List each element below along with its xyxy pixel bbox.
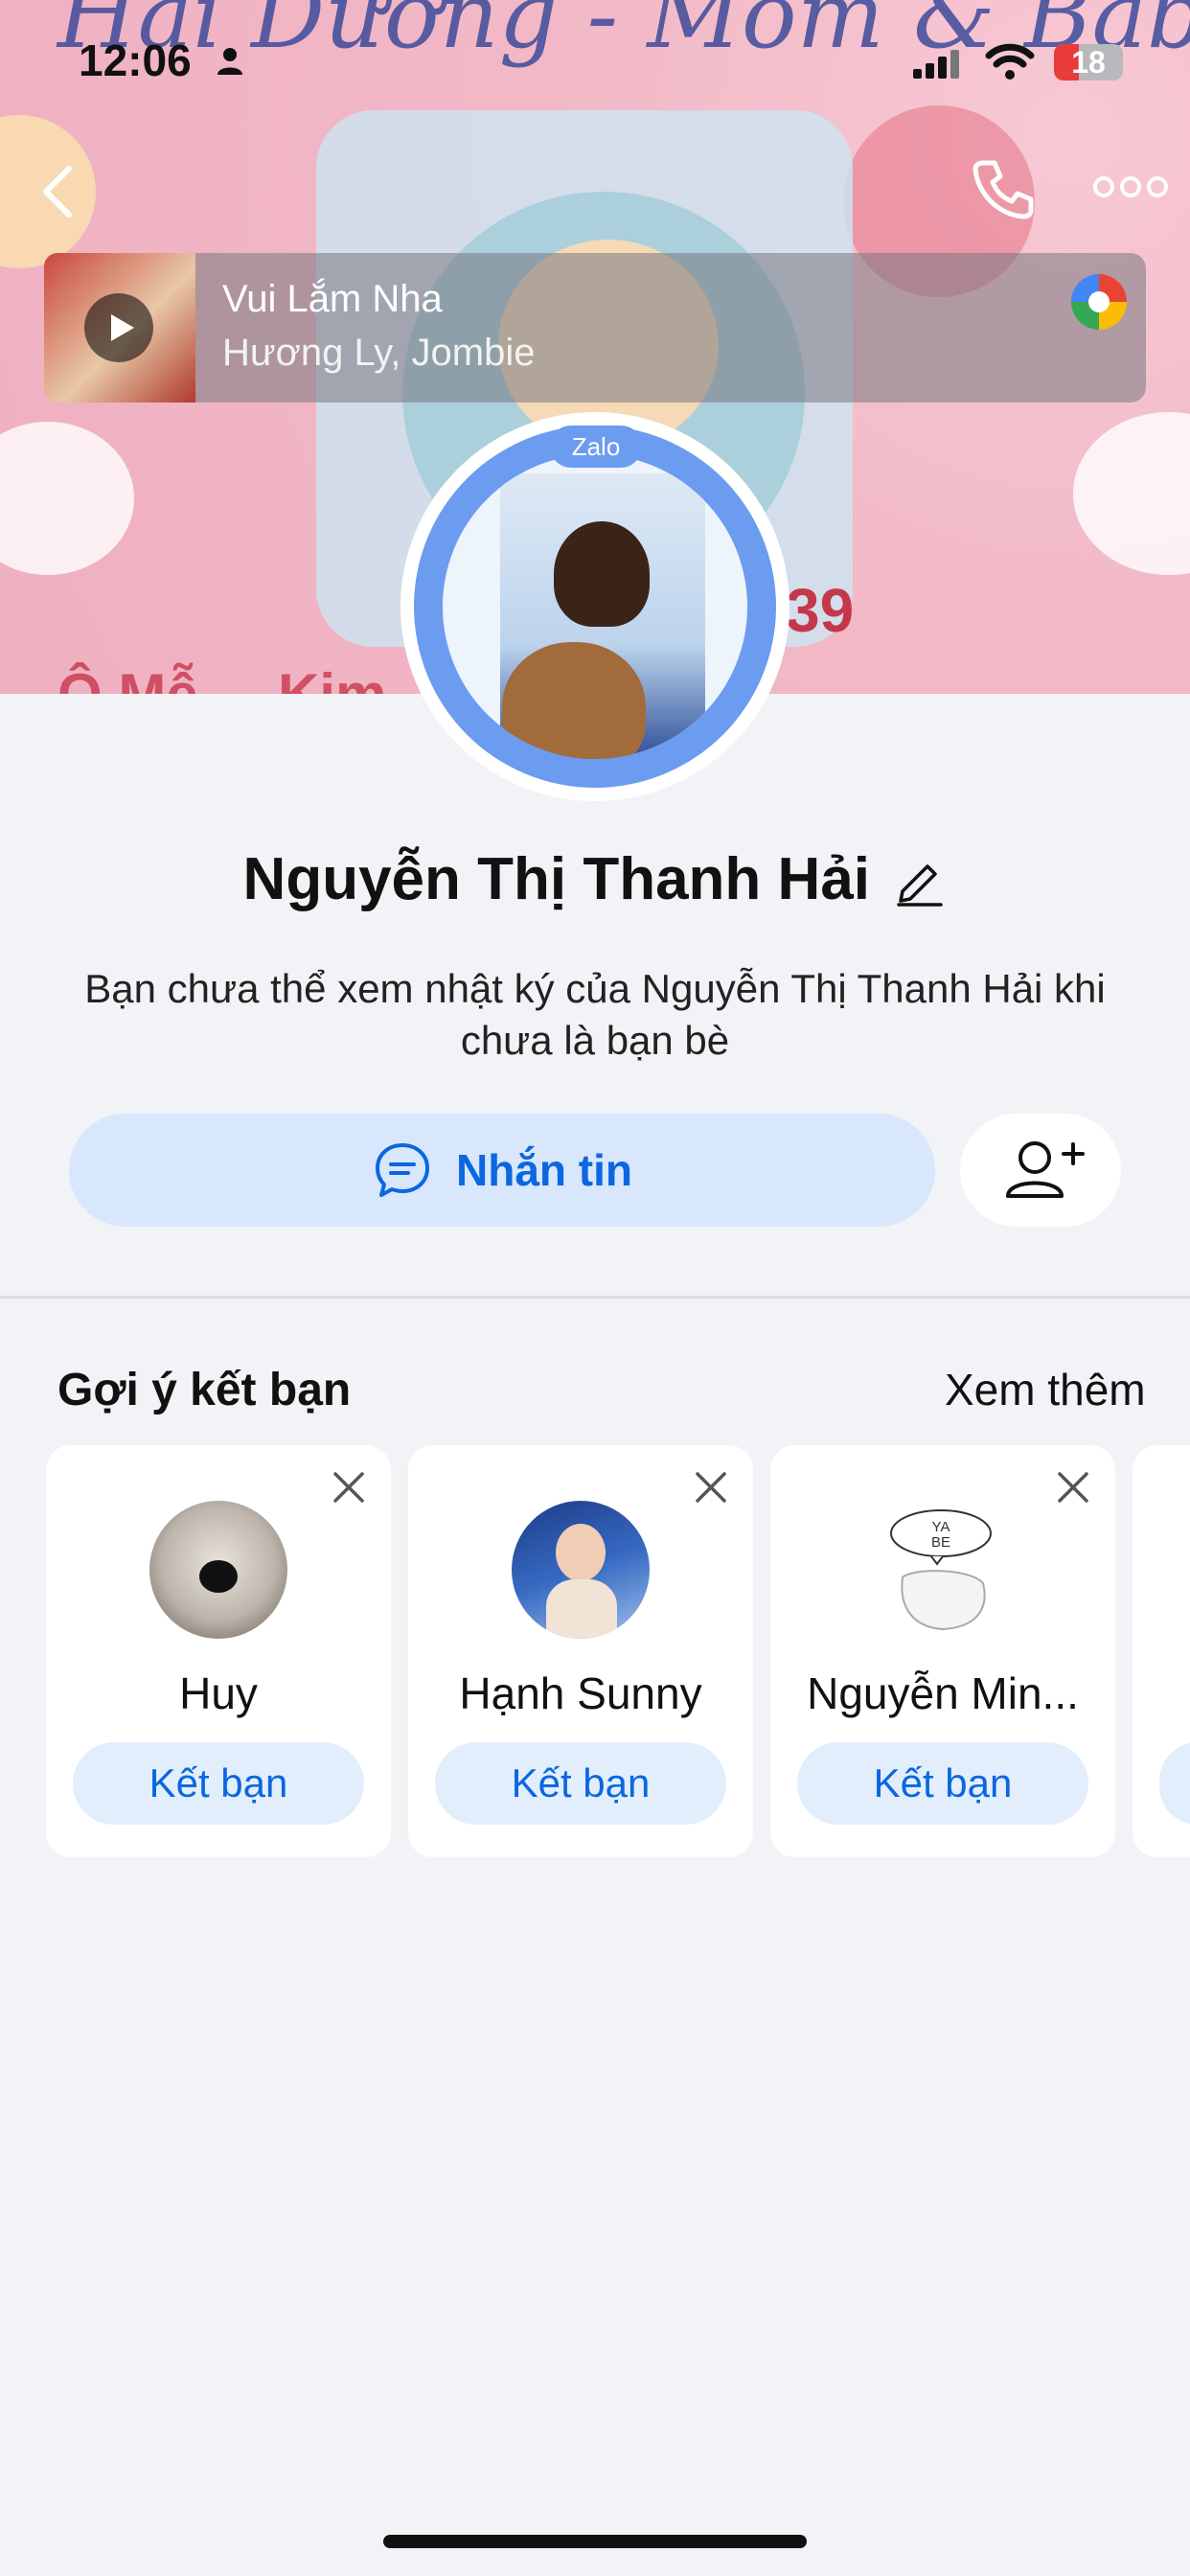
close-icon[interactable]	[694, 1470, 728, 1505]
cover-phone-fragment: 39	[786, 576, 855, 645]
back-icon[interactable]	[38, 163, 77, 220]
section-divider	[0, 1296, 1190, 1299]
profile-name: Nguyễn Thị Thanh Hải	[242, 846, 870, 912]
music-artist: Hương Ly, Jombie	[222, 332, 536, 374]
music-disc-icon	[1071, 274, 1127, 330]
see-more-link[interactable]: Xem thêm	[945, 1364, 1146, 1415]
battery-level: 18	[1071, 45, 1106, 80]
message-button-label: Nhắn tin	[456, 1145, 632, 1195]
album-art	[44, 253, 195, 402]
message-button[interactable]: Nhắn tin	[69, 1114, 935, 1227]
add-friend-button[interactable]: Kết bạn	[435, 1742, 726, 1825]
suggestion-name: Hạnh Sunny	[459, 1668, 702, 1718]
add-friend-button[interactable]: Kết bạn	[797, 1742, 1088, 1825]
home-indicator[interactable]	[383, 2535, 807, 2548]
svg-text:YA: YA	[932, 1519, 950, 1535]
suggestion-card[interactable]: YA BE Nguyễn Min... Kết bạn	[770, 1445, 1115, 1857]
phone-icon[interactable]	[970, 155, 1037, 222]
close-icon[interactable]	[332, 1470, 366, 1505]
avatar[interactable]	[512, 1501, 650, 1639]
edit-pencil-icon[interactable]	[893, 853, 947, 907]
add-friend-icon	[1006, 1141, 1085, 1198]
avatar[interactable]: Zalo	[400, 412, 790, 801]
suggestions-title: Gợi ý kết bạn	[57, 1365, 352, 1415]
battery-icon: 18	[1054, 44, 1123, 80]
suggestion-name: Huy	[179, 1668, 258, 1718]
music-title: Vui Lắm Nha	[222, 278, 443, 320]
person-icon	[217, 48, 242, 75]
suggestion-card[interactable]: Huy Kết bạn	[46, 1445, 391, 1857]
zalo-badge: Zalo	[550, 426, 642, 468]
play-icon[interactable]	[84, 293, 153, 362]
add-friend-button[interactable]: Kết bạn	[73, 1742, 364, 1825]
close-icon[interactable]	[1056, 1470, 1090, 1505]
avatar[interactable]: YA BE	[874, 1501, 1012, 1639]
avatar[interactable]	[149, 1501, 287, 1639]
add-friend-button-partial[interactable]	[1159, 1742, 1190, 1825]
status-time: 12:06	[79, 35, 192, 85]
wifi-icon	[985, 43, 1035, 80]
more-options-icon[interactable]	[1092, 172, 1169, 201]
profile-music-card[interactable]: Vui Lắm Nha Hương Ly, Jombie	[44, 253, 1146, 402]
chat-bubble-icon	[376, 1143, 429, 1197]
svg-text:BE: BE	[931, 1534, 950, 1551]
cellular-signal-icon	[913, 50, 959, 79]
suggestion-card-partial[interactable]	[1133, 1445, 1190, 1857]
suggestion-card[interactable]: Hạnh Sunny Kết bạn	[408, 1445, 753, 1857]
profile-name-row: Nguyễn Thị Thanh Hải	[0, 845, 1190, 913]
add-friend-button[interactable]	[960, 1114, 1121, 1227]
bear-sticker-icon	[502, 642, 646, 759]
privacy-note: Bạn chưa thể xem nhật ký của Nguyễn Thị …	[84, 966, 1106, 1063]
suggestion-name: Nguyễn Min...	[807, 1668, 1079, 1718]
